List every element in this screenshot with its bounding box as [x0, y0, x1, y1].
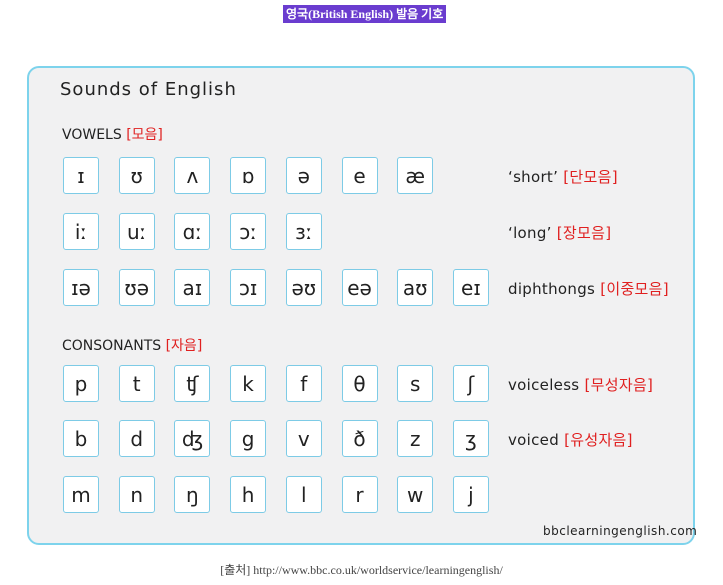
row-label-ko: [장모음]	[556, 224, 612, 242]
phoneme-tile: p	[63, 365, 99, 402]
consonants-label: CONSONANTS	[62, 338, 162, 354]
row-label-ko: [단모음]	[563, 168, 618, 186]
phoneme-tile: ɔɪ	[230, 269, 267, 306]
footer-site: bbclearningenglish.com	[543, 524, 698, 538]
phoneme-tile: ʤ	[174, 420, 211, 457]
phoneme-tile: m	[63, 476, 99, 513]
row-label-ko: [무성자음]	[584, 376, 654, 394]
phoneme-tile: g	[230, 420, 267, 457]
vowels-label-ko: [모음]	[126, 127, 163, 143]
consonants-heading: CONSONANTS [자음]	[62, 335, 202, 355]
source-citation: [출처] http://www.bbc.co.uk/worldservice/l…	[220, 563, 503, 577]
phoneme-tile: uː	[118, 213, 155, 250]
phoneme-tile: ɔː	[230, 213, 267, 250]
row-label-ko: [유성자음]	[564, 431, 633, 449]
page-title: 영국(British English) 발음 기호	[283, 5, 447, 23]
vowels-label: VOWELS	[62, 127, 122, 143]
row-label-en: voiced	[508, 431, 565, 449]
phoneme-tile: iː	[63, 213, 99, 250]
phoneme-tile: ɒ	[230, 157, 267, 194]
card-title: Sounds of English	[60, 79, 237, 100]
phoneme-tile: ŋ	[174, 476, 211, 513]
phoneme-tile: ʌ	[174, 157, 211, 194]
phoneme-tile: z	[397, 420, 434, 457]
row-label-ko: [이중모음]	[600, 280, 669, 298]
phoneme-tile: ʊə	[118, 269, 155, 306]
phoneme-tile: ɪə	[63, 269, 99, 306]
phoneme-tile: v	[285, 420, 322, 457]
phoneme-tile: ɑː	[174, 213, 211, 250]
phoneme-tile: h	[230, 476, 267, 513]
phoneme-tile: b	[63, 420, 99, 457]
phoneme-tile: eə	[341, 269, 378, 306]
phoneme-tile: j	[452, 476, 489, 513]
phoneme-tile: ʒ	[452, 420, 489, 457]
vowels-heading: VOWELS [모음]	[62, 124, 163, 144]
phoneme-tile: e	[341, 157, 378, 194]
consonants-label-ko: [자음]	[165, 338, 203, 354]
phoneme-tile: ɜː	[285, 213, 322, 250]
phoneme-tile: ɪ	[63, 157, 99, 194]
row-label-en: ‘short’	[508, 168, 564, 186]
phoneme-tile: k	[230, 365, 267, 402]
row-label-en: voiceless	[508, 376, 585, 394]
phoneme-tile: ʊ	[118, 157, 155, 194]
phoneme-tile: aʊ	[397, 269, 434, 306]
row-label: ‘long’ [장모음]	[508, 222, 611, 243]
phoneme-tile: s	[397, 365, 434, 402]
phoneme-tile: t	[118, 365, 155, 402]
phoneme-tile: eɪ	[452, 269, 489, 306]
row-label-en: diphthongs	[508, 280, 601, 298]
row-label: voiceless [무성자음]	[508, 374, 653, 395]
phoneme-tile: aɪ	[174, 269, 211, 306]
phoneme-tile: ə	[285, 157, 322, 194]
phoneme-tile: r	[341, 476, 378, 513]
row-label-en: ‘long’	[508, 224, 557, 242]
row-label: ‘short’ [단모음]	[508, 166, 618, 187]
phoneme-tile: n	[118, 476, 155, 513]
row-label: voiced [유성자음]	[508, 429, 633, 450]
phoneme-tile: ʃ	[452, 365, 489, 402]
phoneme-tile: f	[285, 365, 322, 402]
phoneme-tile: d	[118, 420, 155, 457]
phoneme-tile: əʊ	[285, 269, 322, 306]
row-label: diphthongs [이중모음]	[508, 278, 669, 299]
phoneme-tile: l	[285, 476, 322, 513]
phoneme-tile: ʧ	[174, 365, 211, 402]
phoneme-tile: θ	[341, 365, 378, 402]
sounds-chart-card: Sounds of English VOWELS [모음] CONSONANTS…	[27, 66, 698, 545]
phoneme-tile: ð	[341, 420, 378, 457]
phoneme-tile: w	[397, 476, 434, 513]
phoneme-tile: æ	[397, 157, 434, 194]
